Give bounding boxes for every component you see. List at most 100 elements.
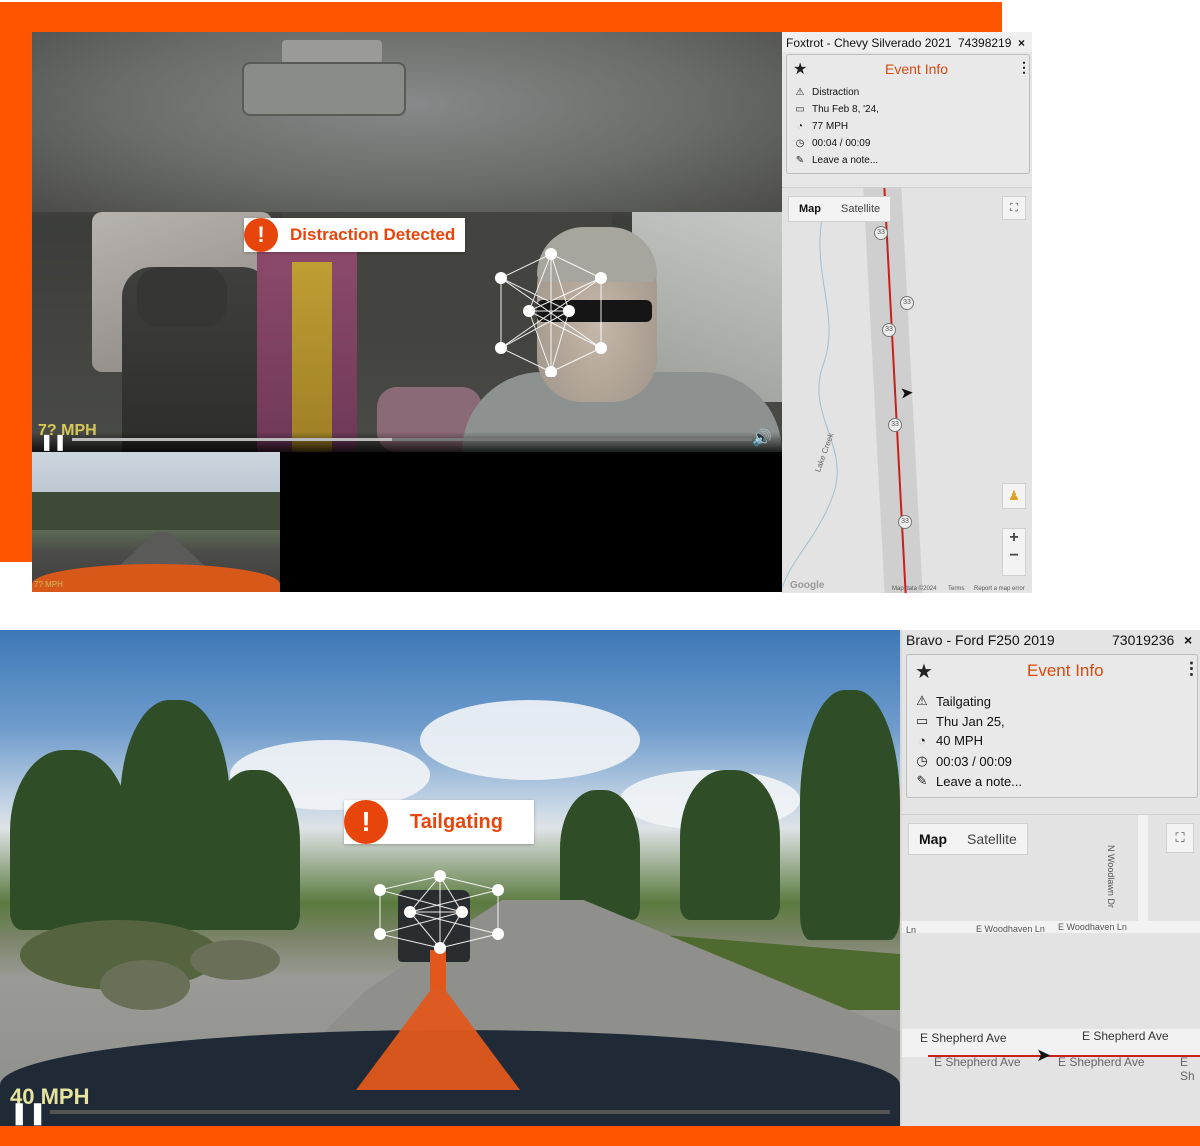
event-type-row: ⚠ Distraction — [793, 87, 860, 98]
zoom-in-icon[interactable]: + — [1003, 529, 1025, 547]
vehicle-title-bar: Bravo - Ford F250 2019 73019236 × — [902, 630, 1200, 654]
google-logo: Google — [790, 580, 825, 591]
street-label: E Shepherd Ave — [1082, 1029, 1169, 1043]
distraction-alert-badge: ! Distraction Detected — [244, 218, 466, 252]
vehicle-heading-arrow: ➤ — [899, 384, 915, 403]
event-sidebar: Bravo - Ford F250 2019 73019236 × ★ Even… — [902, 630, 1200, 1127]
map-type-toggle: Map Satellite — [788, 196, 892, 222]
pause-icon[interactable]: ❚❚ — [10, 1100, 47, 1126]
shrub — [190, 940, 280, 980]
event-date: Thu Feb 8, '24, — [812, 104, 879, 115]
volume-icon[interactable]: 🔊 — [752, 428, 772, 448]
woodlawn-road — [1138, 815, 1148, 927]
kebab-icon[interactable]: ⋮ — [1183, 659, 1200, 679]
time-row: ◷ 00:03 / 00:09 — [913, 753, 1012, 769]
speed-row: ◔ 77 MPH — [793, 121, 848, 132]
calendar-icon: ▭ — [915, 713, 929, 728]
event-speed: 40 MPH — [936, 733, 983, 748]
close-icon[interactable]: × — [1184, 632, 1192, 648]
note-row[interactable]: ✎ Leave a note... — [793, 155, 878, 166]
map-tab[interactable]: Map — [789, 197, 831, 221]
alert-icon: ! — [344, 800, 388, 844]
satellite-tab[interactable]: Satellite — [957, 824, 1027, 854]
close-icon[interactable]: × — [1018, 36, 1025, 50]
event-info-card: ★ Event Info ⋮ ⚠ Tailgating ▭ Thu Jan 25, … — [906, 654, 1200, 798]
event-speed: 77 MPH — [812, 121, 849, 132]
player-controls — [32, 432, 782, 452]
clock-icon: ◷ — [916, 753, 928, 768]
headrest — [137, 267, 227, 327]
event-info-title: Event Info — [1027, 661, 1104, 680]
street-label: E Woodhaven Ln — [976, 924, 1045, 934]
route-shield: 33 — [882, 323, 896, 337]
zoom-out-icon[interactable]: − — [1003, 547, 1025, 565]
camera-slot-empty[interactable] — [532, 452, 782, 592]
street-label: E Shepherd Ave — [1058, 1055, 1145, 1069]
vehicle-tracking-mesh — [374, 870, 504, 954]
note-row[interactable]: ✎ Leave a note... — [913, 773, 1022, 789]
tailgating-alert-badge: ! Tailgating — [344, 800, 534, 844]
playback-progress-fill — [72, 438, 392, 441]
shrub — [100, 960, 190, 1010]
pencil-icon: ✎ — [795, 155, 805, 166]
event-type: Distraction — [812, 87, 860, 98]
tree-line — [32, 492, 280, 530]
thumbnail-speed: 7? MPH — [34, 580, 63, 589]
vehicle-title-bar: Foxtrot - Chevy Silverado 2021 74398219 … — [782, 32, 1032, 52]
truck-hood — [32, 564, 280, 592]
cabin-ceiling — [32, 32, 782, 212]
event-time: 00:04 / 00:09 — [812, 138, 871, 149]
event-info-card: ★ Event Info ⋮ ⚠ Distraction ▭ Thu Feb 8, … — [786, 54, 1031, 174]
road-camera-thumbnail[interactable]: 7? MPH — [32, 452, 280, 592]
fullscreen-icon[interactable]: ⛶ — [1002, 196, 1026, 220]
playback-progress[interactable] — [50, 1110, 890, 1114]
star-icon[interactable]: ★ — [915, 659, 933, 684]
star-icon[interactable]: ★ — [793, 59, 807, 79]
date-row: ▭ Thu Feb 8, '24, — [793, 104, 879, 115]
fullscreen-icon[interactable]: ⛶ — [1166, 823, 1194, 853]
event-type-row: ⚠ Tailgating — [913, 693, 991, 709]
event-info-title: Event Info — [885, 61, 949, 77]
warning-icon: ⚠ — [916, 693, 928, 708]
speedometer-icon: ◔ — [796, 121, 804, 132]
vehicle-id: 73019236 — [1112, 632, 1175, 648]
cabin-camera-view[interactable]: ! Distraction Detected 7? MPH ❚❚ 🔊 — [32, 32, 782, 452]
map-tab[interactable]: Map — [909, 824, 957, 854]
terms-link[interactable]: Terms — [948, 586, 964, 592]
route-shield: 33 — [900, 296, 914, 310]
street-label: E Shepherd Ave — [934, 1055, 1021, 1069]
map-view[interactable]: ➤ Lake Creek 33 33 33 33 33 Map Satellit… — [782, 187, 1032, 593]
alert-label: Distraction Detected — [290, 225, 456, 244]
street-label: E Woodhaven Ln — [1058, 922, 1127, 932]
creek-line — [782, 218, 838, 588]
pause-icon[interactable]: ❚❚ — [40, 432, 67, 452]
event-type: Tailgating — [936, 693, 991, 709]
tree — [800, 690, 900, 940]
overhead-console — [242, 62, 406, 116]
satellite-tab[interactable]: Satellite — [831, 197, 890, 221]
street-label: N Woodlawn Dr — [1106, 845, 1116, 908]
camera-slot-empty[interactable] — [282, 452, 530, 592]
vehicle-name: Bravo - Ford F250 2019 — [906, 632, 1055, 648]
pegman-icon[interactable]: ♟ — [1002, 483, 1026, 509]
warning-icon: ⚠ — [795, 87, 805, 98]
highway-road — [863, 188, 923, 593]
pencil-icon: ✎ — [916, 773, 928, 788]
calendar-icon: ▭ — [795, 104, 805, 115]
event-sidebar: Foxtrot - Chevy Silverado 2021 74398219 … — [782, 32, 1032, 593]
map-view[interactable]: ➤ Ln E Woodhaven Ln E Woodhaven Ln N Woo… — [902, 814, 1200, 1127]
route-shield: 33 — [888, 418, 902, 432]
vehicle-id: 74398219 — [958, 36, 1012, 50]
tree — [210, 770, 300, 930]
map-data-credit: Map data ©2024 — [892, 586, 937, 592]
note-input[interactable]: Leave a note... — [812, 155, 878, 166]
playback-progress[interactable] — [72, 438, 752, 441]
road-camera-view[interactable]: ! Tailgating 40 MPH ❚❚ — [0, 630, 900, 1126]
face-tracking-mesh — [495, 248, 607, 377]
street-label: E Shepherd Ave — [920, 1031, 1007, 1045]
note-input[interactable]: Leave a note... — [936, 774, 1022, 789]
kebab-icon[interactable]: ⋮ — [1017, 59, 1031, 76]
orange-accent-bar — [0, 1126, 1200, 1146]
report-link[interactable]: Report a map error — [974, 586, 1025, 592]
dome-light — [282, 40, 382, 64]
